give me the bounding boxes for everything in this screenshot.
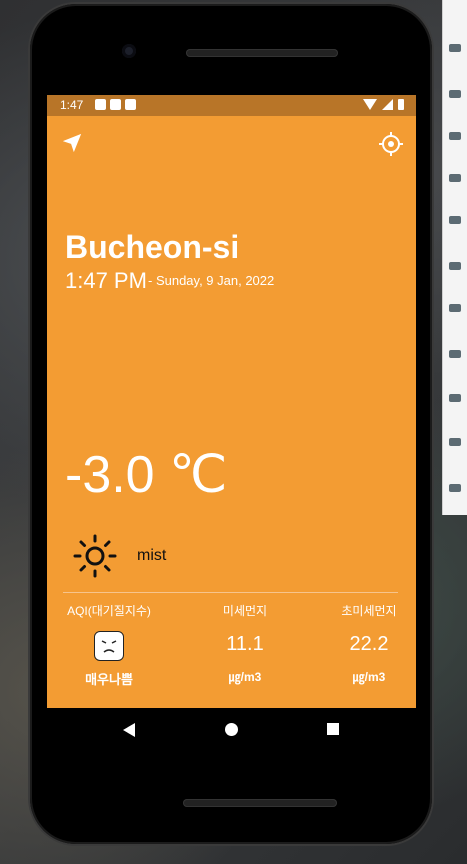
divider xyxy=(63,592,398,593)
pm10-value: 11.1 xyxy=(226,633,264,655)
weather-condition: mist xyxy=(137,547,167,564)
notification-icons xyxy=(95,99,136,110)
signal-icon xyxy=(382,99,393,110)
android-nav-bar xyxy=(47,708,416,754)
pm25-panel: 초미세먼지 22.2 ㎍/m3 xyxy=(309,602,416,685)
current-date: - Sunday, 9 Jan, 2022 xyxy=(148,273,275,288)
angry-face-icon xyxy=(94,631,124,661)
temperature: -3.0 ℃ xyxy=(65,446,228,504)
status-time: 1:47 xyxy=(60,98,84,112)
pm10-panel: 미세먼지 11.1 ㎍/m3 xyxy=(185,602,305,685)
battery-icon xyxy=(398,99,404,110)
play-icon xyxy=(110,99,121,110)
pm25-label: 초미세먼지 xyxy=(341,604,397,618)
current-time: 1:47 PM xyxy=(65,268,147,293)
sun-icon xyxy=(73,534,117,578)
back-button[interactable] xyxy=(123,723,135,737)
status-bar: 1:47 xyxy=(47,95,416,116)
pm25-value: 22.2 xyxy=(349,633,389,655)
wifi-icon xyxy=(363,99,377,110)
play-icon xyxy=(95,99,106,110)
pm10-unit: ㎍/m3 xyxy=(228,670,262,684)
navigation-arrow-icon[interactable] xyxy=(61,132,83,154)
recent-apps-button[interactable] xyxy=(327,723,339,735)
aqi-panel: AQI(대기질지수) 매우나쁨 xyxy=(49,602,169,688)
sd-card-icon xyxy=(125,99,136,110)
aqi-label: AQI(대기질지수) xyxy=(67,604,151,618)
app-screen: 1:47 Bucheon-si 1:47 PM - Sunday, 9 Jan,… xyxy=(47,95,416,708)
pm10-label: 미세먼지 xyxy=(222,604,268,618)
front-camera xyxy=(122,44,136,58)
side-panel xyxy=(442,0,467,515)
bottom-speaker xyxy=(183,799,337,807)
pm25-unit: ㎍/m3 xyxy=(352,670,386,684)
city-name: Bucheon-si xyxy=(65,229,240,265)
aqi-status: 매우나쁨 xyxy=(85,672,133,687)
top-speaker xyxy=(186,49,338,57)
home-button[interactable] xyxy=(225,723,238,736)
my-location-icon[interactable] xyxy=(378,131,404,157)
system-icons xyxy=(363,99,404,110)
